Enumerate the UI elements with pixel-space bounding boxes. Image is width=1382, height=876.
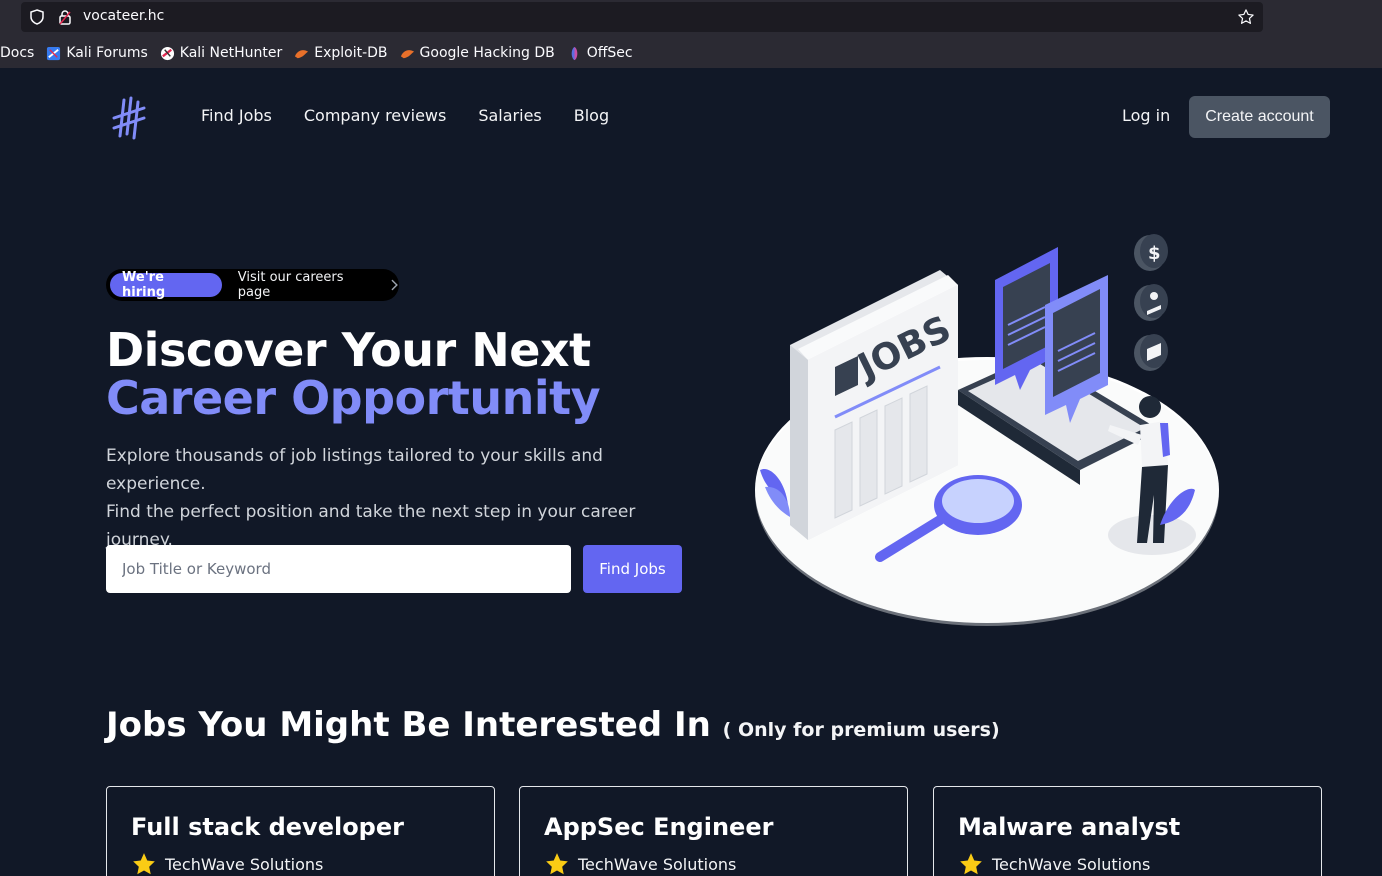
- job-title[interactable]: Full stack developer: [131, 813, 404, 841]
- hero-description: Explore thousands of job listings tailor…: [106, 446, 636, 550]
- url-bar[interactable]: vocateer.hc: [21, 2, 1263, 32]
- url-text[interactable]: vocateer.hc: [83, 8, 164, 24]
- star-icon: [546, 853, 568, 875]
- kali-forums-icon: [47, 46, 61, 60]
- nav-company-reviews[interactable]: Company reviews: [304, 106, 446, 125]
- ghdb-icon: [400, 49, 414, 58]
- jobs-section-title: Jobs You Might Be Interested In ( Only f…: [106, 705, 1000, 745]
- hiring-badge: We're hiring: [110, 270, 222, 300]
- bookmarks-bar: Docs Kali Forums Kali NetHunter Exploit-…: [0, 42, 645, 64]
- hiring-banner[interactable]: We're hiring Visit our careers page: [106, 269, 399, 301]
- hero-title-line2: Career Opportunity: [106, 371, 601, 425]
- careers-link[interactable]: Visit our careers page: [238, 270, 377, 300]
- jobs-illustration: JOBS $: [755, 234, 1219, 626]
- hero-title-line1: Discover Your Next: [106, 323, 591, 377]
- job-card[interactable]: Malware analyst TechWave Solutions: [933, 786, 1322, 876]
- star-icon: [960, 853, 982, 875]
- browser-chrome: vocateer.hc Docs Kali Forums Kali NetHun…: [0, 0, 1382, 68]
- job-title[interactable]: Malware analyst: [958, 813, 1180, 841]
- job-company: TechWave Solutions: [958, 851, 1150, 876]
- exploit-db-icon: [295, 49, 309, 58]
- nav-blog[interactable]: Blog: [574, 106, 609, 125]
- chevron-right-icon: [391, 279, 399, 291]
- offsec-icon: [571, 46, 578, 60]
- nav-salaries[interactable]: Salaries: [478, 106, 541, 125]
- lock-icon[interactable]: [57, 9, 73, 25]
- bookmark-offsec[interactable]: OffSec: [567, 45, 633, 61]
- job-company: TechWave Solutions: [131, 851, 323, 876]
- bookmark-ghdb[interactable]: Google Hacking DB: [400, 45, 555, 61]
- find-jobs-button[interactable]: Find Jobs: [583, 545, 682, 593]
- job-card[interactable]: AppSec Engineer TechWave Solutions: [519, 786, 908, 876]
- job-card[interactable]: Full stack developer TechWave Solutions: [106, 786, 495, 876]
- nav-find-jobs[interactable]: Find Jobs: [201, 106, 272, 125]
- bookmark-exploit-db[interactable]: Exploit-DB: [294, 45, 388, 61]
- svg-text:$: $: [1148, 243, 1161, 264]
- job-company: TechWave Solutions: [544, 851, 736, 876]
- job-title[interactable]: AppSec Engineer: [544, 813, 773, 841]
- premium-note: ( Only for premium users): [722, 719, 1000, 741]
- hero-title: Discover Your Next Career Opportunity: [106, 323, 601, 425]
- job-search-input[interactable]: [106, 545, 571, 593]
- kali-nethunter-icon: [160, 46, 174, 60]
- bookmark-kali-nethunter[interactable]: Kali NetHunter: [160, 45, 282, 61]
- main-nav: Find Jobs Company reviews Salaries Blog: [201, 106, 641, 125]
- bookmark-docs[interactable]: Docs: [0, 45, 34, 61]
- vocateer-logo-icon[interactable]: [110, 96, 148, 140]
- shield-icon[interactable]: [29, 9, 45, 25]
- bookmark-star-icon[interactable]: [1237, 8, 1255, 26]
- create-account-button[interactable]: Create account: [1189, 96, 1330, 138]
- bookmark-kali-forums[interactable]: Kali Forums: [46, 45, 148, 61]
- star-icon: [133, 853, 155, 875]
- login-link[interactable]: Log in: [1122, 106, 1170, 125]
